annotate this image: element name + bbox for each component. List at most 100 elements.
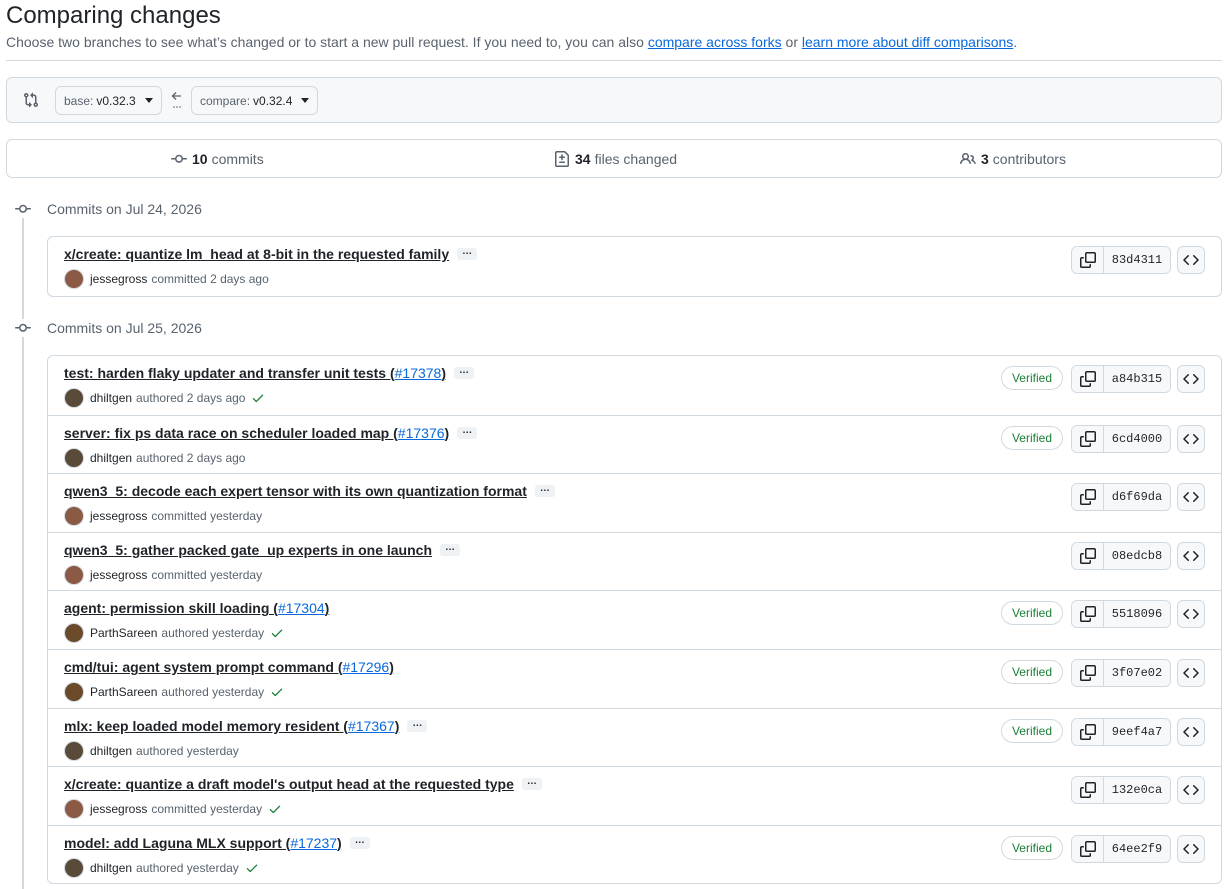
learn-diff-link[interactable]: learn more about diff comparisons <box>802 34 1013 50</box>
commit-title-link[interactable]: agent: permission skill loading ( <box>64 600 278 616</box>
commit-meta: dhiltgen authored 2 days ago <box>64 447 245 468</box>
author-link[interactable]: dhiltgen <box>90 451 132 465</box>
pull-request-link[interactable]: #17376 <box>398 425 445 441</box>
commit-sha-link[interactable]: 3f07e02 <box>1104 659 1170 686</box>
commit-title-link[interactable]: test: harden flaky updater and transfer … <box>64 365 395 381</box>
copy-sha-button[interactable] <box>1072 835 1104 862</box>
copy-sha-button[interactable] <box>1072 777 1104 804</box>
expand-message-button[interactable]: … <box>407 718 428 732</box>
avatar[interactable] <box>64 269 84 289</box>
expand-message-button[interactable]: … <box>534 484 555 498</box>
author-link[interactable]: ParthSareen <box>90 626 157 640</box>
copy-sha-button[interactable] <box>1072 718 1104 745</box>
expand-message-button[interactable]: … <box>457 425 478 439</box>
author-link[interactable]: jessegross <box>90 509 147 523</box>
compare-across-forks-link[interactable]: compare across forks <box>648 34 782 50</box>
copy-sha-button[interactable] <box>1072 542 1104 569</box>
compare-branch-select[interactable]: compare: v0.32.4 <box>191 86 319 115</box>
expand-message-button[interactable]: … <box>521 777 542 791</box>
verified-badge[interactable]: Verified <box>1000 659 1063 684</box>
expand-message-button[interactable]: … <box>454 366 475 379</box>
author-link[interactable]: jessegross <box>90 568 147 582</box>
avatar[interactable] <box>64 623 84 644</box>
verified-badge[interactable]: Verified <box>1000 366 1063 390</box>
verified-badge[interactable]: Verified <box>1000 425 1063 450</box>
commit-sha-link[interactable]: 83d4311 <box>1104 247 1170 273</box>
files-changed-tab[interactable]: 34 files changed <box>554 151 677 167</box>
pull-request-link[interactable]: #17237 <box>290 835 337 851</box>
commits-tab[interactable]: 10 commits <box>171 151 264 167</box>
contributors-tab[interactable]: 3 contributors <box>960 151 1066 167</box>
expand-message-button[interactable]: … <box>440 542 460 556</box>
author-link[interactable]: ParthSareen <box>90 685 157 699</box>
copy-sha-button[interactable] <box>1072 425 1104 452</box>
commit-action: authored <box>136 391 184 405</box>
verified-badge[interactable]: Verified <box>1000 601 1063 626</box>
commit-sha-link[interactable]: 5518096 <box>1104 601 1170 628</box>
commit-title-link[interactable]: x/create: quantize a draft model's outpu… <box>64 776 514 792</box>
verified-badge[interactable]: Verified <box>1000 718 1063 743</box>
commit-sha-link[interactable]: d6f69da <box>1104 484 1170 511</box>
browse-repo-button[interactable] <box>1177 365 1205 393</box>
commit-title-link[interactable]: qwen3_5: gather packed gate_up experts i… <box>64 542 432 558</box>
browse-repo-button[interactable] <box>1177 658 1205 687</box>
base-branch-select[interactable]: base: v0.32.3 <box>55 86 162 115</box>
browse-repo-button[interactable] <box>1177 541 1205 570</box>
avatar[interactable] <box>64 857 84 878</box>
author-link[interactable]: jessegross <box>90 272 147 286</box>
commit-title-link[interactable]: server: fix ps data race on scheduler lo… <box>64 425 398 441</box>
commit-meta: jessegross committed yesterday <box>64 506 262 527</box>
avatar[interactable] <box>64 506 84 527</box>
avatar[interactable] <box>64 388 84 408</box>
copy-sha-button[interactable] <box>1072 366 1104 392</box>
commit-sha-link[interactable]: 132e0ca <box>1104 777 1170 804</box>
closing-paren: ) <box>394 717 400 734</box>
pull-request-link[interactable]: #17304 <box>278 600 325 616</box>
author-link[interactable]: dhiltgen <box>90 391 132 405</box>
author-link[interactable]: jessegross <box>90 802 147 816</box>
commit-time: yesterday <box>186 860 239 875</box>
pull-request-link[interactable]: #17367 <box>348 718 395 734</box>
git-compare-icon <box>24 92 39 108</box>
commit-sha-link[interactable]: 9eef4a7 <box>1104 718 1170 745</box>
pull-request-link[interactable]: #17296 <box>342 659 389 675</box>
copy-sha-button[interactable] <box>1072 659 1104 686</box>
commit-title-link[interactable]: x/create: quantize lm_head at 8-bit in t… <box>64 246 449 262</box>
browse-repo-button[interactable] <box>1177 834 1205 863</box>
commit-action: authored <box>161 684 209 699</box>
browse-repo-button[interactable] <box>1177 483 1205 512</box>
commit-row: x/create: quantize lm_head at 8-bit in t… <box>48 237 1221 296</box>
commit-sha-link[interactable]: 6cd4000 <box>1104 425 1170 452</box>
git-commit-icon <box>15 323 31 332</box>
copy-sha-button[interactable] <box>1072 601 1104 628</box>
browse-repo-button[interactable] <box>1177 424 1205 453</box>
avatar[interactable] <box>64 564 84 585</box>
avatar[interactable] <box>64 447 84 468</box>
expand-message-button[interactable]: … <box>457 247 478 260</box>
commit-meta: ParthSareen authored yesterday <box>64 623 284 644</box>
commit-sha-link[interactable]: 08edcb8 <box>1104 542 1170 569</box>
author-link[interactable]: dhiltgen <box>90 861 132 875</box>
browse-repo-button[interactable] <box>1177 776 1205 805</box>
commit-title-link[interactable]: qwen3_5: decode each expert tensor with … <box>64 483 527 499</box>
browse-repo-button[interactable] <box>1177 246 1205 274</box>
commit-title-link[interactable]: mlx: keep loaded model memory resident ( <box>64 718 348 734</box>
verified-badge[interactable]: Verified <box>1000 835 1063 860</box>
check-icon <box>269 805 281 814</box>
copy-sha-button[interactable] <box>1072 484 1104 511</box>
copy-sha-button[interactable] <box>1072 247 1104 273</box>
commit-sha-link[interactable]: 64ee2f9 <box>1104 835 1170 862</box>
expand-message-button[interactable]: … <box>349 835 370 849</box>
commit-sha-link[interactable]: a84b315 <box>1104 366 1170 392</box>
commit-title-link[interactable]: model: add Laguna MLX support ( <box>64 835 290 851</box>
commit-title-link[interactable]: cmd/tui: agent system prompt command ( <box>64 659 342 675</box>
avatar[interactable] <box>64 681 84 702</box>
author-link[interactable]: dhiltgen <box>90 744 132 758</box>
browse-repo-button[interactable] <box>1177 717 1205 746</box>
avatar[interactable] <box>64 740 84 761</box>
pull-request-link[interactable]: #17378 <box>395 365 442 381</box>
commit-message: qwen3_5: decode each expert tensor with … <box>64 483 555 499</box>
git-commit-icon <box>15 204 31 213</box>
avatar[interactable] <box>64 799 84 820</box>
browse-repo-button[interactable] <box>1177 600 1205 629</box>
